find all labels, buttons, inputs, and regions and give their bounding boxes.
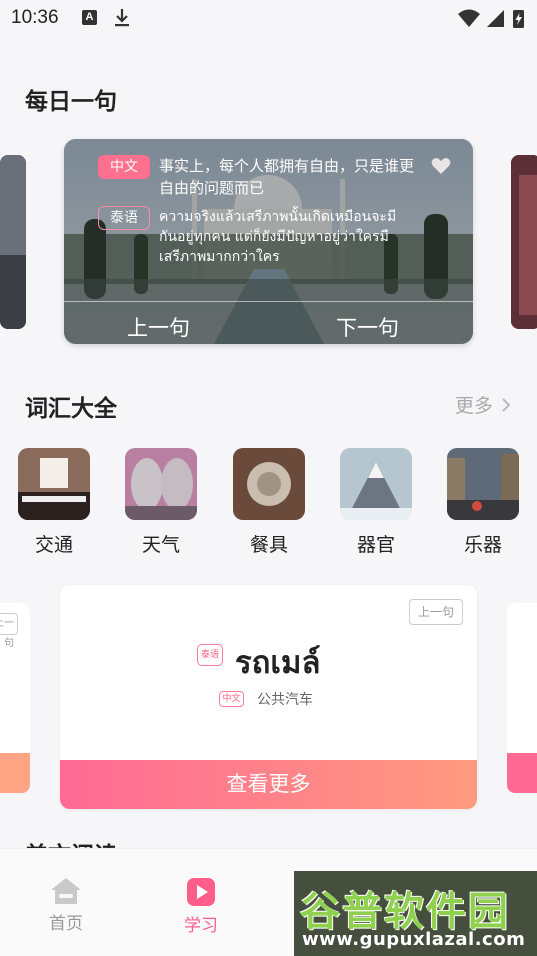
download-icon bbox=[115, 9, 129, 27]
peek-button bbox=[0, 753, 30, 793]
tab-label: 首页 bbox=[49, 914, 83, 934]
next-word-card-peek[interactable] bbox=[507, 603, 537, 793]
next-quote-card-peek[interactable] bbox=[511, 155, 537, 329]
quote-chinese-text: 事实上，每个人都拥有自由，只是谁更自由的问题而已 bbox=[159, 157, 415, 197]
word-previous-button[interactable]: 上一句 bbox=[409, 599, 463, 625]
wifi-icon bbox=[458, 9, 480, 27]
divider bbox=[64, 301, 473, 302]
notification-a-icon: A bbox=[82, 10, 97, 25]
play-study-icon bbox=[187, 878, 215, 906]
more-label: 更多 bbox=[455, 395, 494, 417]
watermark-logo: 谷普软件园 www.gupuxlazal.com bbox=[294, 871, 537, 956]
tab-label: 学习 bbox=[184, 916, 218, 936]
category-label: 餐具 bbox=[249, 534, 288, 556]
status-icons bbox=[458, 9, 524, 28]
category-label: 乐器 bbox=[463, 534, 502, 556]
category-thumbnail bbox=[340, 448, 412, 520]
prev-word-card-peek[interactable]: 上一句 bbox=[0, 603, 30, 793]
watermark-url: www.gupuxlazal.com bbox=[302, 929, 526, 950]
thai-tag: 泰语 bbox=[98, 206, 150, 230]
category-organs[interactable]: 器官 bbox=[339, 448, 413, 557]
category-weather[interactable]: 天气 bbox=[124, 448, 198, 557]
peek-prev-tag: 上一句 bbox=[0, 613, 18, 649]
daily-sentence-title: 每日一句 bbox=[25, 89, 117, 115]
signal-icon bbox=[487, 10, 504, 27]
category-transport[interactable]: 交通 bbox=[17, 448, 91, 557]
next-sentence-button[interactable]: 下一句 bbox=[336, 312, 399, 342]
quote-thai-text: ความจริงแล้วเสรีภาพนั้นเกิดเหมือนจะมีกัน… bbox=[159, 209, 397, 265]
prev-quote-card-peek[interactable] bbox=[0, 155, 26, 329]
vocabulary-title: 词汇大全 bbox=[25, 396, 117, 422]
home-icon bbox=[51, 878, 81, 904]
status-time: 10:36 bbox=[11, 7, 59, 28]
tab-study[interactable]: 学习 bbox=[166, 877, 236, 936]
chinese-tag: 中文 bbox=[98, 155, 150, 179]
category-thumbnail bbox=[125, 448, 197, 520]
category-thumbnail bbox=[18, 448, 90, 520]
peek-button bbox=[507, 753, 537, 793]
category-instruments[interactable]: 乐器 bbox=[446, 448, 520, 557]
category-thumbnail bbox=[447, 448, 519, 520]
daily-quote-card: 中文 事实上，每个人都拥有自由，只是谁更自由的问题而已 泰语 ความจริงแ… bbox=[64, 139, 473, 344]
thai-tag: 泰语 bbox=[197, 644, 223, 666]
status-bar: 10:36 A bbox=[0, 0, 537, 38]
word-card: 上一句 泰语 รถเมล์ 中文 公共汽车 查看更多 bbox=[60, 585, 477, 809]
chevron-right-icon bbox=[502, 398, 511, 412]
chinese-tag: 中文 bbox=[219, 691, 244, 707]
view-more-button[interactable]: 查看更多 bbox=[60, 760, 477, 809]
category-label: 交通 bbox=[34, 534, 73, 556]
category-thumbnail bbox=[233, 448, 305, 520]
heart-favorite-icon[interactable] bbox=[431, 157, 451, 175]
category-tableware[interactable]: 餐具 bbox=[232, 448, 306, 557]
thai-word: รถเมล์ bbox=[235, 645, 321, 681]
word-meaning: 公共汽车 bbox=[257, 692, 313, 708]
category-label: 器官 bbox=[356, 534, 395, 556]
previous-sentence-button[interactable]: 上一句 bbox=[127, 312, 190, 342]
tab-home[interactable]: 首页 bbox=[31, 877, 101, 934]
vocabulary-more-link[interactable]: 更多 bbox=[455, 391, 511, 418]
category-label: 天气 bbox=[141, 534, 180, 556]
